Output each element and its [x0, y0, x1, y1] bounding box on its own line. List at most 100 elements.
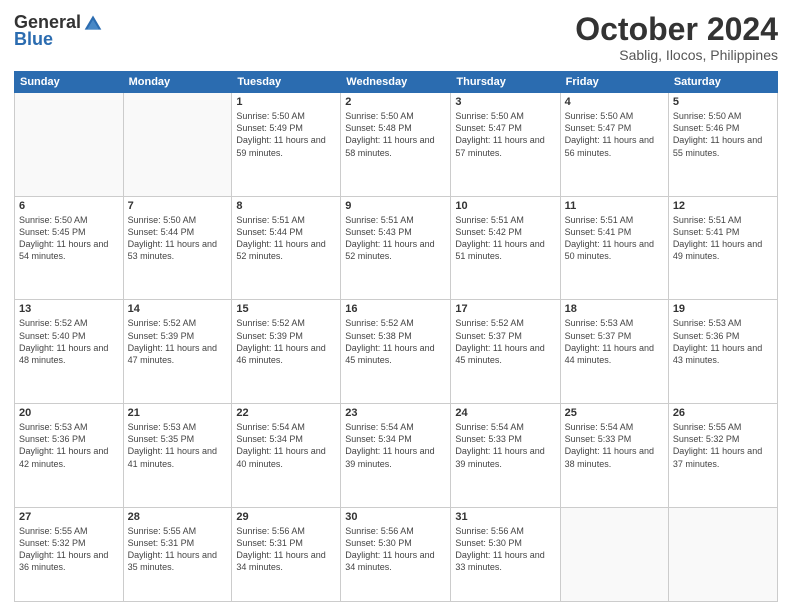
day-number: 28 — [128, 511, 228, 523]
weekday-header-saturday: Saturday — [668, 72, 777, 93]
calendar-table: SundayMondayTuesdayWednesdayThursdayFrid… — [14, 71, 778, 602]
calendar-cell: 7 Sunrise: 5:50 AM Sunset: 5:44 PM Daylig… — [123, 196, 232, 300]
day-number: 5 — [673, 96, 773, 108]
weekday-header-thursday: Thursday — [451, 72, 560, 93]
day-info: Sunrise: 5:54 AM Sunset: 5:33 PM Dayligh… — [565, 421, 664, 470]
calendar-cell — [668, 507, 777, 601]
day-info: Sunrise: 5:51 AM Sunset: 5:42 PM Dayligh… — [455, 214, 555, 263]
day-number: 31 — [455, 511, 555, 523]
day-number: 10 — [455, 200, 555, 212]
calendar-cell: 22 Sunrise: 5:54 AM Sunset: 5:34 PM Dayli… — [232, 404, 341, 508]
day-number: 15 — [236, 303, 336, 315]
day-number: 19 — [673, 303, 773, 315]
day-number: 11 — [565, 200, 664, 212]
day-info: Sunrise: 5:54 AM Sunset: 5:34 PM Dayligh… — [345, 421, 446, 470]
calendar-cell: 14 Sunrise: 5:52 AM Sunset: 5:39 PM Dayli… — [123, 300, 232, 404]
day-number: 26 — [673, 407, 773, 419]
day-info: Sunrise: 5:50 AM Sunset: 5:46 PM Dayligh… — [673, 110, 773, 159]
day-number: 6 — [19, 200, 119, 212]
calendar-cell: 6 Sunrise: 5:50 AM Sunset: 5:45 PM Daylig… — [15, 196, 124, 300]
calendar-cell: 20 Sunrise: 5:53 AM Sunset: 5:36 PM Dayli… — [15, 404, 124, 508]
day-number: 8 — [236, 200, 336, 212]
day-number: 14 — [128, 303, 228, 315]
day-number: 4 — [565, 96, 664, 108]
day-info: Sunrise: 5:52 AM Sunset: 5:39 PM Dayligh… — [236, 317, 336, 366]
day-info: Sunrise: 5:53 AM Sunset: 5:37 PM Dayligh… — [565, 317, 664, 366]
day-info: Sunrise: 5:54 AM Sunset: 5:34 PM Dayligh… — [236, 421, 336, 470]
day-info: Sunrise: 5:56 AM Sunset: 5:30 PM Dayligh… — [345, 525, 446, 574]
day-number: 22 — [236, 407, 336, 419]
location: Sablig, Ilocos, Philippines — [575, 47, 778, 63]
header-right: October 2024 Sablig, Ilocos, Philippines — [575, 12, 778, 63]
header: General Blue October 2024 Sablig, Ilocos… — [14, 12, 778, 63]
day-info: Sunrise: 5:51 AM Sunset: 5:44 PM Dayligh… — [236, 214, 336, 263]
day-info: Sunrise: 5:52 AM Sunset: 5:38 PM Dayligh… — [345, 317, 446, 366]
weekday-header-tuesday: Tuesday — [232, 72, 341, 93]
day-number: 13 — [19, 303, 119, 315]
calendar-cell: 1 Sunrise: 5:50 AM Sunset: 5:49 PM Daylig… — [232, 93, 341, 197]
logo-icon — [83, 13, 103, 33]
calendar-cell: 5 Sunrise: 5:50 AM Sunset: 5:46 PM Daylig… — [668, 93, 777, 197]
day-info: Sunrise: 5:50 AM Sunset: 5:47 PM Dayligh… — [455, 110, 555, 159]
calendar-cell — [560, 507, 668, 601]
day-number: 29 — [236, 511, 336, 523]
day-info: Sunrise: 5:51 AM Sunset: 5:41 PM Dayligh… — [565, 214, 664, 263]
day-number: 27 — [19, 511, 119, 523]
day-info: Sunrise: 5:52 AM Sunset: 5:39 PM Dayligh… — [128, 317, 228, 366]
day-number: 2 — [345, 96, 446, 108]
day-number: 24 — [455, 407, 555, 419]
calendar-cell: 18 Sunrise: 5:53 AM Sunset: 5:37 PM Dayli… — [560, 300, 668, 404]
calendar-cell: 12 Sunrise: 5:51 AM Sunset: 5:41 PM Dayli… — [668, 196, 777, 300]
day-number: 30 — [345, 511, 446, 523]
day-info: Sunrise: 5:52 AM Sunset: 5:37 PM Dayligh… — [455, 317, 555, 366]
calendar-cell: 26Sunrise: 5:55 AM Sunset: 5:32 PM Dayli… — [668, 404, 777, 508]
logo: General Blue — [14, 12, 103, 50]
calendar-cell: 27 Sunrise: 5:55 AM Sunset: 5:32 PM Dayli… — [15, 507, 124, 601]
calendar-cell: 9Sunrise: 5:51 AM Sunset: 5:43 PM Daylig… — [341, 196, 451, 300]
weekday-header-friday: Friday — [560, 72, 668, 93]
calendar-cell: 2 Sunrise: 5:50 AM Sunset: 5:48 PM Daylig… — [341, 93, 451, 197]
day-number: 9 — [345, 200, 446, 212]
day-info: Sunrise: 5:51 AM Sunset: 5:41 PM Dayligh… — [673, 214, 773, 263]
day-number: 1 — [236, 96, 336, 108]
calendar-cell: 28Sunrise: 5:55 AM Sunset: 5:31 PM Dayli… — [123, 507, 232, 601]
day-info: Sunrise: 5:52 AM Sunset: 5:40 PM Dayligh… — [19, 317, 119, 366]
day-info: Sunrise: 5:50 AM Sunset: 5:49 PM Dayligh… — [236, 110, 336, 159]
calendar-cell: 29 Sunrise: 5:56 AM Sunset: 5:31 PM Dayli… — [232, 507, 341, 601]
calendar-cell: 30 Sunrise: 5:56 AM Sunset: 5:30 PM Dayli… — [341, 507, 451, 601]
logo-blue-text: Blue — [14, 29, 53, 50]
calendar-cell — [123, 93, 232, 197]
calendar-cell: 17 Sunrise: 5:52 AM Sunset: 5:37 PM Dayli… — [451, 300, 560, 404]
weekday-header-monday: Monday — [123, 72, 232, 93]
page: General Blue October 2024 Sablig, Ilocos… — [0, 0, 792, 612]
calendar-cell: 11 Sunrise: 5:51 AM Sunset: 5:41 PM Dayli… — [560, 196, 668, 300]
day-info: Sunrise: 5:50 AM Sunset: 5:48 PM Dayligh… — [345, 110, 446, 159]
day-number: 20 — [19, 407, 119, 419]
calendar-cell: 10 Sunrise: 5:51 AM Sunset: 5:42 PM Dayli… — [451, 196, 560, 300]
calendar-cell: 24Sunrise: 5:54 AM Sunset: 5:33 PM Dayli… — [451, 404, 560, 508]
calendar-cell: 21 Sunrise: 5:53 AM Sunset: 5:35 PM Dayli… — [123, 404, 232, 508]
calendar-cell: 25Sunrise: 5:54 AM Sunset: 5:33 PM Dayli… — [560, 404, 668, 508]
day-number: 18 — [565, 303, 664, 315]
calendar-cell: 31 Sunrise: 5:56 AM Sunset: 5:30 PM Dayli… — [451, 507, 560, 601]
day-number: 23 — [345, 407, 446, 419]
day-info: Sunrise: 5:50 AM Sunset: 5:45 PM Dayligh… — [19, 214, 119, 263]
day-info: Sunrise: 5:53 AM Sunset: 5:36 PM Dayligh… — [673, 317, 773, 366]
day-info: Sunrise: 5:50 AM Sunset: 5:47 PM Dayligh… — [565, 110, 664, 159]
day-number: 17 — [455, 303, 555, 315]
calendar-cell: 3Sunrise: 5:50 AM Sunset: 5:47 PM Daylig… — [451, 93, 560, 197]
day-info: Sunrise: 5:53 AM Sunset: 5:35 PM Dayligh… — [128, 421, 228, 470]
day-info: Sunrise: 5:56 AM Sunset: 5:31 PM Dayligh… — [236, 525, 336, 574]
day-number: 7 — [128, 200, 228, 212]
day-number: 16 — [345, 303, 446, 315]
day-info: Sunrise: 5:50 AM Sunset: 5:44 PM Dayligh… — [128, 214, 228, 263]
calendar-cell: 8 Sunrise: 5:51 AM Sunset: 5:44 PM Daylig… — [232, 196, 341, 300]
day-info: Sunrise: 5:55 AM Sunset: 5:32 PM Dayligh… — [19, 525, 119, 574]
calendar-cell: 15 Sunrise: 5:52 AM Sunset: 5:39 PM Dayli… — [232, 300, 341, 404]
day-info: Sunrise: 5:53 AM Sunset: 5:36 PM Dayligh… — [19, 421, 119, 470]
day-info: Sunrise: 5:56 AM Sunset: 5:30 PM Dayligh… — [455, 525, 555, 574]
day-number: 21 — [128, 407, 228, 419]
calendar-cell: 4 Sunrise: 5:50 AM Sunset: 5:47 PM Daylig… — [560, 93, 668, 197]
day-number: 12 — [673, 200, 773, 212]
weekday-header-wednesday: Wednesday — [341, 72, 451, 93]
